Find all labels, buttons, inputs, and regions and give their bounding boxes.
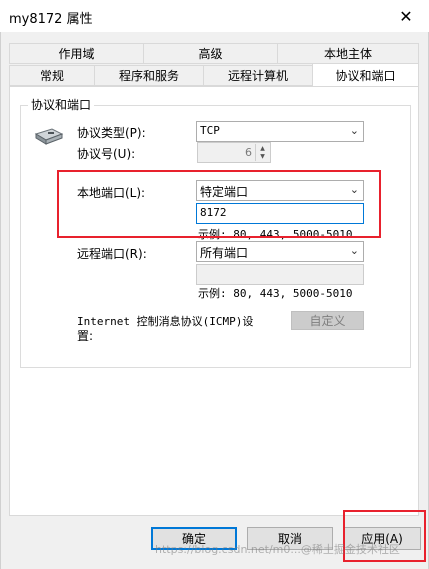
remote-port-input[interactable] xyxy=(196,264,364,285)
chevron-down-icon: ⌄ xyxy=(349,124,359,137)
tab-advanced[interactable]: 高级 xyxy=(143,43,278,64)
protocol-type-value: TCP xyxy=(200,124,220,137)
remote-port-label: 远程端口(R): xyxy=(77,247,147,261)
tab-programs-services[interactable]: 程序和服务 xyxy=(94,65,204,86)
protocol-number-value: 6 xyxy=(245,146,252,159)
tab-local-principals[interactable]: 本地主体 xyxy=(277,43,419,64)
tab-scope[interactable]: 作用域 xyxy=(9,43,144,64)
watermark-text: https://blog.csdn.net/m0...@稀土掘金技术社区 xyxy=(155,543,400,556)
network-adapter-icon xyxy=(34,128,64,145)
highlight-box-local-port xyxy=(57,170,381,238)
group-label: 协议和端口 xyxy=(28,96,95,113)
chevron-down-icon: ⌄ xyxy=(349,244,359,257)
protocol-number-stepper[interactable]: 6 ▲ ▼ xyxy=(197,142,271,163)
tab-protocols-ports[interactable]: 协议和端口 xyxy=(312,63,419,86)
chevron-down-icon[interactable]: ▼ xyxy=(255,152,269,161)
remote-port-example: 示例: 80, 443, 5000-5010 xyxy=(198,287,353,300)
tab-general[interactable]: 常规 xyxy=(9,65,95,86)
icmp-label-line2: 置: xyxy=(77,329,94,343)
stepper-buttons: ▲ ▼ xyxy=(255,144,269,161)
close-icon[interactable]: ✕ xyxy=(383,0,429,32)
customize-button[interactable]: 自定义 xyxy=(291,311,364,330)
icmp-label-line1: Internet 控制消息协议(ICMP)设 xyxy=(77,315,254,328)
remote-port-value: 所有端口 xyxy=(200,246,249,260)
chevron-up-icon[interactable]: ▲ xyxy=(255,144,269,153)
tab-remote-computers[interactable]: 远程计算机 xyxy=(203,65,313,86)
protocol-type-select[interactable]: TCP ⌄ xyxy=(196,121,364,142)
title-bar: my8172 属性 ✕ xyxy=(0,0,429,32)
protocol-number-label: 协议号(U): xyxy=(77,147,136,161)
remote-port-select[interactable]: 所有端口 ⌄ xyxy=(196,241,364,262)
protocol-type-label: 协议类型(P): xyxy=(77,126,146,140)
window-title: my8172 属性 xyxy=(9,12,93,27)
